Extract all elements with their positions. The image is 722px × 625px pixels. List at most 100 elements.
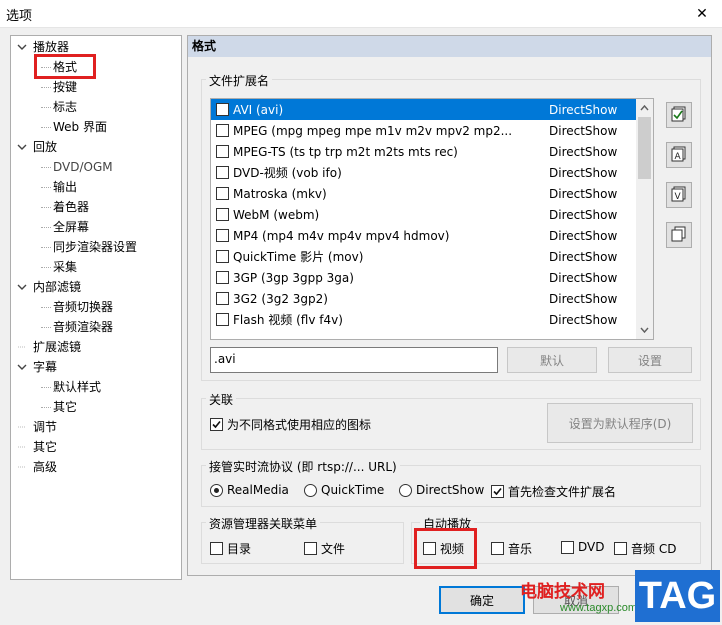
scrollbar-thumb[interactable]	[638, 117, 651, 179]
rtsp-radio-quicktime[interactable]: QuickTime	[304, 483, 384, 497]
extension-row[interactable]: 3G2 (3g2 3gp2) DirectShow	[211, 288, 637, 309]
tree-item[interactable]: 其它	[33, 438, 57, 456]
tree-expander-icon[interactable]	[17, 278, 27, 296]
radio-dot[interactable]	[304, 483, 317, 497]
extension-row-checkbox[interactable]	[216, 271, 229, 284]
title-bar: 选项 ✕	[0, 0, 722, 28]
tree-item[interactable]: 回放	[33, 138, 57, 156]
format-icons-checkbox[interactable]: 为不同格式使用相应的图标	[210, 416, 371, 433]
extension-row-name: Flash 视频 (flv f4v)	[233, 313, 343, 327]
extension-row-checkbox[interactable]	[216, 103, 229, 116]
extension-row-checkbox[interactable]	[216, 145, 229, 158]
tree-item[interactable]: 采集	[53, 258, 77, 276]
close-button[interactable]: ✕	[682, 0, 722, 28]
extension-row-filter: DirectShow	[549, 207, 618, 222]
extension-row[interactable]: QuickTime 影片 (mov) DirectShow	[211, 246, 637, 267]
tree-item[interactable]: 输出	[53, 178, 77, 196]
close-icon: ✕	[696, 6, 708, 22]
tree-expander-icon[interactable]	[17, 338, 27, 356]
watermark-url: www.tagxp.com	[560, 602, 638, 614]
extension-row-checkbox[interactable]	[216, 292, 229, 305]
tree-expander-icon[interactable]	[17, 138, 27, 156]
highlight-video-checkbox	[414, 528, 477, 569]
tree-item[interactable]: 内部滤镜	[33, 278, 81, 296]
extension-row[interactable]: AVI (avi) DirectShow	[211, 99, 637, 120]
tree-item[interactable]: 音频渲染器	[53, 318, 113, 336]
svg-text:V: V	[675, 192, 682, 202]
side-button-audio[interactable]: A	[666, 142, 692, 168]
tree-item[interactable]: DVD/OGM	[53, 158, 113, 176]
extension-row-filter: DirectShow	[549, 165, 618, 180]
set-default-program-button[interactable]: 设置为默认程序(D)	[547, 403, 693, 443]
tree-expander-icon[interactable]	[17, 458, 27, 476]
tree-item[interactable]: 标志	[53, 98, 77, 116]
tree-item[interactable]: 着色器	[53, 198, 89, 216]
extension-row[interactable]: Matroska (mkv) DirectShow	[211, 183, 637, 204]
checkbox-box[interactable]	[614, 542, 627, 555]
checkbox-box[interactable]	[210, 418, 223, 431]
extension-row[interactable]: MPEG-TS (ts tp trp m2t m2ts mts rec) Dire…	[211, 141, 637, 162]
autoplay-checkbox[interactable]: 音频 CD	[614, 540, 676, 557]
tree-item[interactable]: 调节	[33, 418, 57, 436]
side-button-copy[interactable]	[666, 222, 692, 248]
extension-row[interactable]: MPEG (mpg mpeg mpe m1v m2v mpv2 mp2... Di…	[211, 120, 637, 141]
extension-row-checkbox[interactable]	[216, 208, 229, 221]
tree-expander-icon[interactable]	[17, 358, 27, 376]
rtsp-radio-directshow[interactable]: DirectShow	[399, 483, 484, 497]
tree-item[interactable]: Web 界面	[53, 118, 107, 136]
side-button-video[interactable]: V	[666, 182, 692, 208]
autoplay-checkbox[interactable]: DVD	[561, 540, 604, 554]
tree-connector	[41, 107, 51, 108]
tree-connector	[41, 187, 51, 188]
check-extension-first-checkbox[interactable]: 首先检查文件扩展名	[491, 483, 616, 500]
checkbox-box[interactable]	[210, 542, 223, 555]
checkbox-box[interactable]	[304, 542, 317, 555]
radio-dot[interactable]	[210, 483, 223, 497]
tree-expander-icon[interactable]	[17, 38, 27, 56]
extension-row-checkbox[interactable]	[216, 124, 229, 137]
autoplay-checkbox[interactable]: 音乐	[491, 540, 532, 557]
tree-item[interactable]: 其它	[53, 398, 77, 416]
extension-row-name: 3GP (3gp 3gpp 3ga)	[233, 270, 354, 285]
extension-row[interactable]: WebM (webm) DirectShow	[211, 204, 637, 225]
explorer-menu-checkbox[interactable]: 文件	[304, 540, 345, 557]
ok-button[interactable]: 确定	[439, 586, 525, 614]
tree-item[interactable]: 扩展滤镜	[33, 338, 81, 356]
extension-row-checkbox[interactable]	[216, 313, 229, 326]
extension-row[interactable]: DVD-视频 (vob ifo) DirectShow	[211, 162, 637, 183]
extension-row-filter: DirectShow	[549, 144, 618, 159]
checkbox-box[interactable]	[491, 542, 504, 555]
extension-row-name: QuickTime 影片 (mov)	[233, 250, 364, 264]
extension-row-filter: DirectShow	[549, 291, 618, 306]
rtsp-radio-realmedia[interactable]: RealMedia	[210, 483, 289, 497]
radio-dot[interactable]	[399, 483, 412, 497]
extension-row[interactable]: Flash 视频 (flv f4v) DirectShow	[211, 309, 637, 330]
extension-input[interactable]: .avi	[210, 347, 498, 373]
tree-item[interactable]: 同步渲染器设置	[53, 238, 137, 256]
tree-item[interactable]: 默认样式	[53, 378, 101, 396]
extension-row[interactable]: 3GP (3gp 3gpp 3ga) DirectShow	[211, 267, 637, 288]
checkbox-box[interactable]	[491, 485, 504, 498]
tree-item[interactable]: 全屏幕	[53, 218, 89, 236]
tree-item[interactable]: 字幕	[33, 358, 57, 376]
extension-row-checkbox[interactable]	[216, 250, 229, 263]
extension-row[interactable]: MP4 (mp4 m4v mp4v mpv4 hdmov) DirectShow	[211, 225, 637, 246]
explorer-menu-checkbox[interactable]: 目录	[210, 540, 251, 557]
svg-text:A: A	[675, 152, 682, 162]
tree-connector	[41, 227, 51, 228]
tree-item[interactable]: 高级	[33, 458, 57, 476]
extension-row-checkbox[interactable]	[216, 187, 229, 200]
side-button-select-all[interactable]	[666, 102, 692, 128]
default-button[interactable]: 默认	[507, 347, 597, 373]
settings-button[interactable]: 设置	[608, 347, 692, 373]
extension-row-checkbox[interactable]	[216, 229, 229, 242]
extension-list[interactable]: AVI (avi) DirectShow MPEG (mpg mpeg mpe m1…	[210, 98, 654, 340]
file-extension-group-label: 文件扩展名	[206, 72, 273, 89]
options-tree[interactable]: 播放器 格式 按键 标志 Web 界面 回放 DVD/OGM 输出 着色器 全屏幕 同步渲染器设置采…	[10, 35, 182, 580]
tree-expander-icon[interactable]	[17, 438, 27, 456]
tree-item[interactable]: 音频切换器	[53, 298, 113, 316]
checkbox-box[interactable]	[561, 540, 574, 554]
extension-row-checkbox[interactable]	[216, 166, 229, 179]
tree-expander-icon[interactable]	[17, 418, 27, 436]
tree-item[interactable]: 按键	[53, 78, 77, 96]
